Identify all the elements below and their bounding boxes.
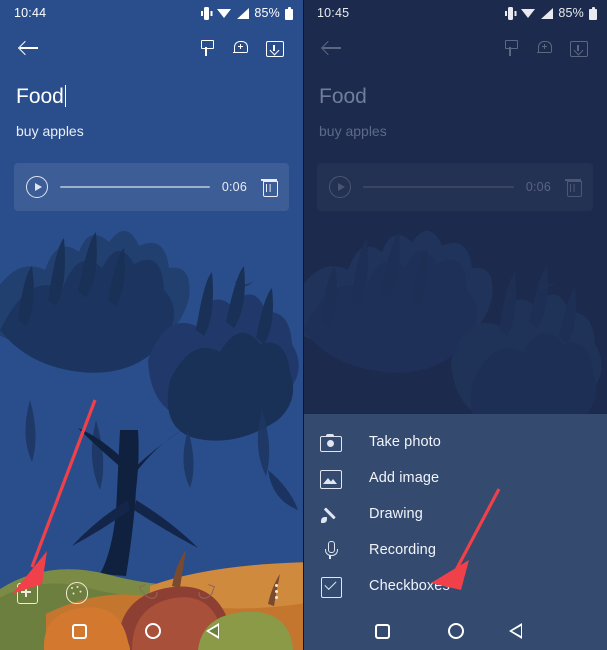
- battery-percent: 85%: [254, 6, 280, 20]
- status-time: 10:44: [14, 6, 47, 20]
- vibrate-icon: [505, 6, 516, 20]
- archive-button[interactable]: [561, 31, 595, 65]
- pin-button[interactable]: [189, 31, 223, 65]
- add-options-sheet: Take photo Add image Drawing Recording C…: [303, 414, 607, 612]
- audio-duration: 0:06: [221, 180, 247, 194]
- screenshot-stage: 10:44 85% Food buy apples 0:06 10:45 85%…: [0, 0, 607, 650]
- reminder-bell-icon: [535, 39, 553, 57]
- recents-square-icon[interactable]: [71, 623, 87, 639]
- pin-icon: [197, 39, 215, 57]
- status-bar-right: 10:45 85%: [303, 0, 607, 26]
- status-icons: 85%: [505, 6, 597, 20]
- palette-icon: [66, 582, 88, 604]
- note-content-left: Food buy apples: [0, 70, 303, 141]
- panel-divider: [303, 0, 304, 650]
- pin-icon: [501, 39, 519, 57]
- undo-icon: [139, 583, 159, 601]
- palette-button[interactable]: [62, 578, 90, 606]
- battery-icon: [285, 6, 293, 20]
- pin-button[interactable]: [493, 31, 527, 65]
- trash-icon[interactable]: [261, 178, 278, 197]
- note-title-field[interactable]: Food: [319, 84, 367, 110]
- note-title-field[interactable]: Food: [16, 84, 67, 110]
- recents-square-icon[interactable]: [375, 623, 390, 639]
- add-button[interactable]: [12, 578, 40, 606]
- status-time: 10:45: [317, 6, 350, 20]
- brush-icon: [319, 503, 341, 525]
- battery-percent: 85%: [558, 6, 584, 20]
- wifi-icon: [521, 8, 536, 19]
- android-nav-bar-right: [303, 612, 607, 650]
- menu-item-label: Take photo: [369, 434, 441, 450]
- add-box-icon: [16, 582, 38, 604]
- android-nav-bar-left: [0, 612, 303, 650]
- status-icons: 85%: [201, 6, 293, 20]
- vibrate-icon: [201, 6, 212, 20]
- note-body-field[interactable]: buy apples: [319, 122, 591, 141]
- menu-item-checkboxes[interactable]: Checkboxes: [303, 568, 607, 604]
- archive-icon: [569, 39, 588, 57]
- signal-icon: [236, 7, 250, 19]
- audio-progress-track[interactable]: [60, 185, 210, 189]
- trash-icon[interactable]: [565, 178, 582, 197]
- home-circle-icon[interactable]: [448, 623, 464, 639]
- mic-icon: [319, 539, 341, 561]
- home-circle-icon[interactable]: [144, 623, 161, 639]
- audio-progress-track[interactable]: [363, 185, 514, 189]
- play-icon[interactable]: [329, 176, 351, 198]
- menu-item-drawing[interactable]: Drawing: [303, 496, 607, 532]
- back-button[interactable]: [315, 31, 349, 65]
- undo-button[interactable]: [135, 578, 163, 606]
- back-triangle-icon[interactable]: [509, 623, 535, 639]
- audio-player-left[interactable]: 0:06: [14, 163, 289, 211]
- signal-icon: [540, 7, 554, 19]
- audio-player-right[interactable]: 0:06: [317, 163, 593, 211]
- status-bar-left: 10:44 85%: [0, 0, 303, 26]
- overflow-menu-icon: [275, 583, 279, 601]
- reminder-button[interactable]: [223, 31, 257, 65]
- menu-item-add-image[interactable]: Add image: [303, 460, 607, 496]
- app-bar-right: [303, 26, 607, 70]
- archive-icon: [265, 39, 284, 57]
- image-icon: [319, 467, 342, 489]
- text-caret: [64, 85, 67, 107]
- play-icon[interactable]: [26, 176, 48, 198]
- overflow-menu-button[interactable]: [263, 578, 291, 606]
- note-title-text: Food: [16, 85, 64, 108]
- note-toolbar: [0, 572, 303, 612]
- menu-item-take-photo[interactable]: Take photo: [303, 424, 607, 460]
- reminder-button[interactable]: [527, 31, 561, 65]
- battery-icon: [589, 6, 597, 20]
- back-icon: [19, 38, 39, 58]
- back-triangle-icon[interactable]: [205, 623, 232, 639]
- reminder-bell-icon: [231, 39, 249, 57]
- app-bar-left: [0, 26, 303, 70]
- archive-button[interactable]: [257, 31, 291, 65]
- checkbox-icon: [319, 575, 342, 598]
- redo-button[interactable]: [191, 578, 219, 606]
- audio-duration: 0:06: [525, 180, 551, 194]
- wifi-icon: [217, 8, 232, 19]
- right-screen: 10:45 85% Food buy apples 0:06 Take phot…: [303, 0, 607, 650]
- menu-item-label: Recording: [369, 542, 436, 558]
- note-content-right: Food buy apples: [303, 70, 607, 141]
- menu-item-label: Add image: [369, 470, 440, 486]
- menu-item-label: Drawing: [369, 506, 423, 522]
- left-screen: 10:44 85% Food buy apples 0:06: [0, 0, 303, 650]
- menu-item-recording[interactable]: Recording: [303, 532, 607, 568]
- camera-icon: [319, 431, 342, 453]
- redo-icon: [195, 583, 215, 601]
- menu-item-label: Checkboxes: [369, 578, 450, 594]
- note-body-field[interactable]: buy apples: [16, 122, 287, 141]
- back-button[interactable]: [12, 31, 46, 65]
- back-icon: [322, 38, 342, 58]
